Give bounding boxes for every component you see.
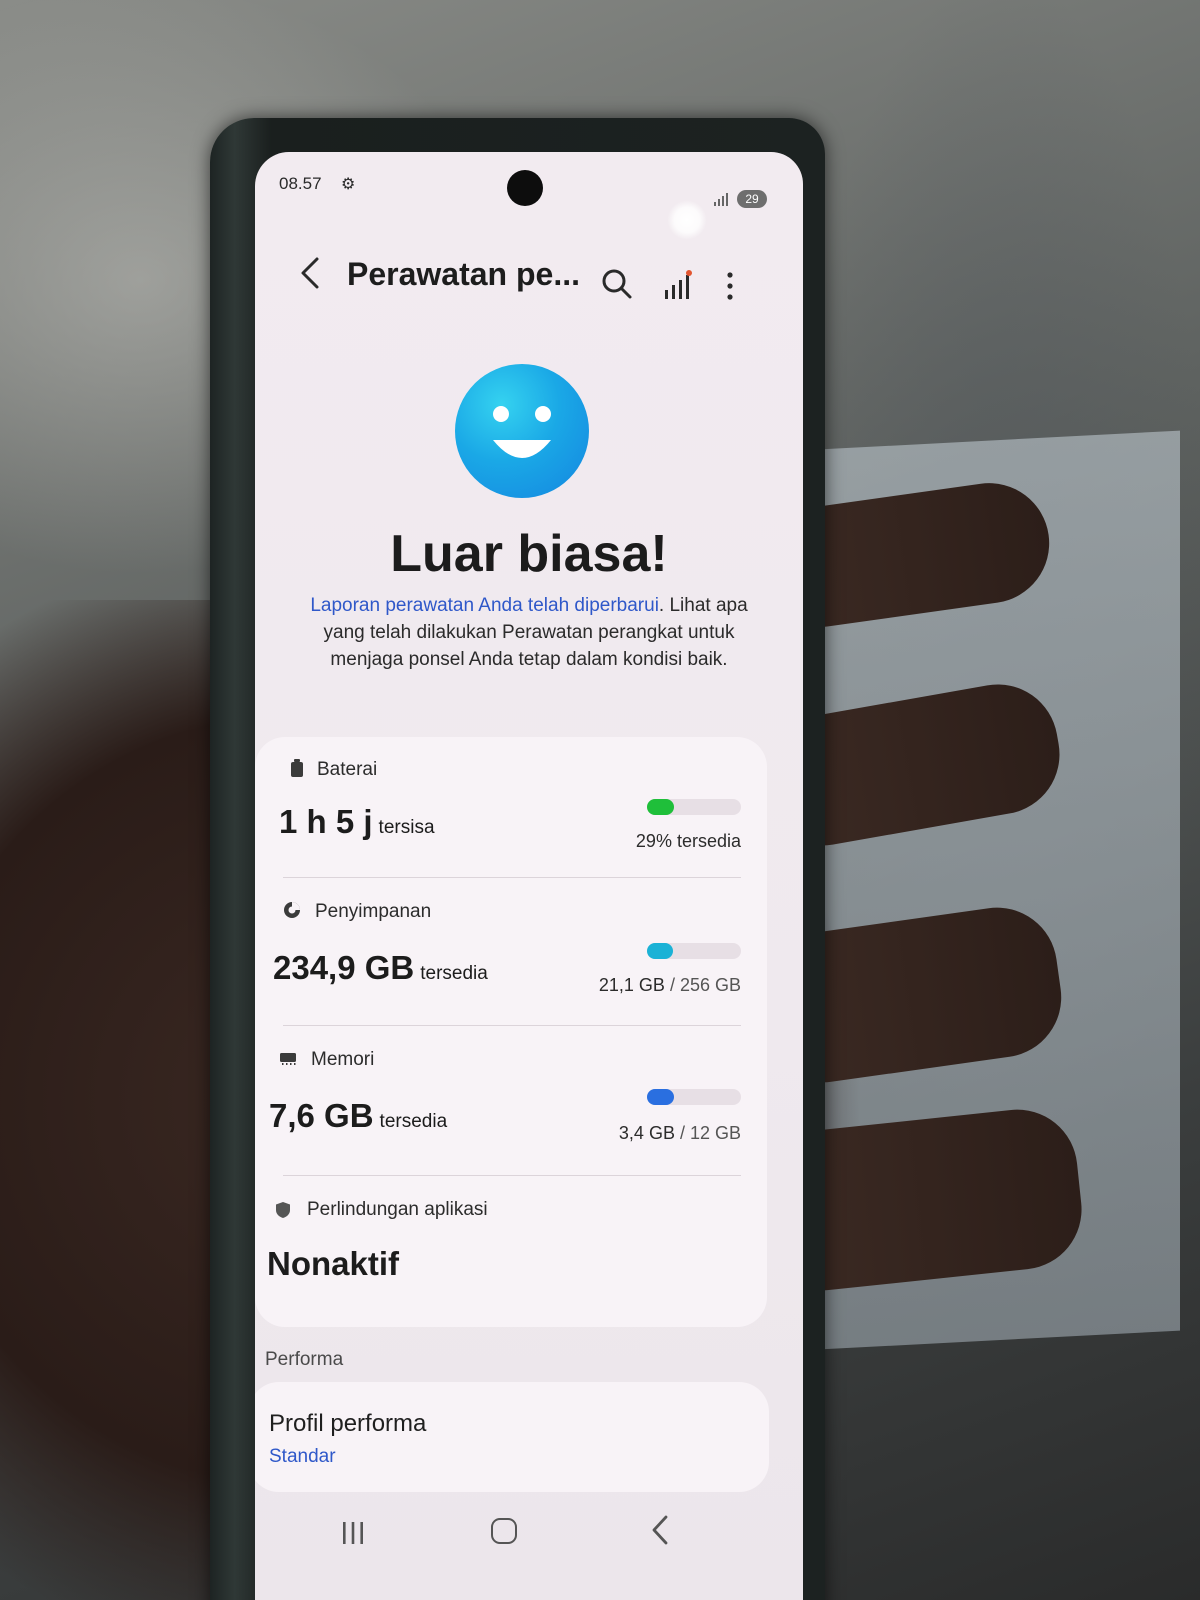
report-link[interactable]: Laporan perawatan Anda telah diperbarui: [310, 595, 659, 616]
screen-glare: [667, 200, 707, 240]
battery-label: Baterai: [317, 759, 378, 780]
app-protection-value: Nonaktif: [267, 1245, 399, 1282]
memory-used: 3,4 GB / 12 GB: [618, 1123, 741, 1143]
signal-icon: [714, 193, 728, 206]
phone-screen: 08.57 ⚙ 29 Perawatan pe... Luar biasa! L…: [255, 152, 803, 1600]
memory-bar-fill: [647, 1089, 674, 1105]
app-protection-label: Perlindungan aplikasi: [307, 1199, 488, 1220]
memory-bar: [647, 1089, 741, 1105]
battery-item[interactable]: Baterai 1 h 5 j tersisa 29% tersedia: [255, 737, 767, 877]
memory-value: 7,6 GB tersedia: [269, 1097, 448, 1134]
back-icon[interactable]: [649, 1514, 671, 1546]
chevron-left-icon[interactable]: [297, 256, 323, 290]
gear-icon: ⚙: [341, 176, 356, 193]
performance-profile-value: Standar: [269, 1446, 336, 1467]
memory-label: Memori: [311, 1049, 375, 1070]
storage-value: 234,9 GB tersedia: [273, 949, 488, 986]
headline: Luar biasa!: [390, 525, 668, 583]
smiley-icon: [455, 364, 589, 498]
chip-icon: [280, 1053, 296, 1065]
recents-icon[interactable]: [339, 1520, 367, 1546]
page-title: Perawatan pe...: [347, 256, 580, 292]
storage-item[interactable]: Penyimpanan 234,9 GB tersedia 21,1 GB / 2…: [255, 879, 767, 1025]
battery-available: 29% tersedia: [635, 831, 741, 851]
battery-icon: 29: [737, 190, 767, 208]
home-icon[interactable]: [491, 1518, 517, 1544]
more-vertical-icon[interactable]: [723, 270, 737, 302]
app-protection-item[interactable]: Perlindungan aplikasi Nonaktif: [255, 1177, 767, 1317]
memory-item[interactable]: Memori 7,6 GB tersedia 3,4 GB / 12 GB: [255, 1027, 767, 1175]
storage-used: 21,1 GB / 256 GB: [598, 975, 741, 995]
search-icon[interactable]: [599, 266, 635, 302]
shield-icon: [276, 1202, 290, 1218]
performance-section-label: Performa: [265, 1349, 344, 1370]
battery-bar: [647, 799, 741, 815]
battery-value: 1 h 5 j tersisa: [279, 803, 435, 840]
description: Laporan perawatan Anda telah diperbarui.…: [289, 592, 769, 673]
storage-pie-icon: [284, 902, 300, 918]
storage-bar-fill: [647, 943, 674, 959]
status-card: Baterai 1 h 5 j tersisa 29% tersedia Peny…: [255, 737, 767, 1327]
battery-icon: [291, 759, 303, 777]
bar-chart-icon[interactable]: [663, 270, 693, 300]
front-camera: [507, 170, 543, 206]
storage-label: Penyimpanan: [315, 901, 432, 922]
performance-profile-title: Profil performa: [269, 1410, 427, 1437]
divider: [283, 1025, 741, 1026]
battery-bar-fill: [647, 799, 675, 815]
divider: [283, 1175, 741, 1176]
divider: [283, 877, 741, 878]
storage-bar: [647, 943, 741, 959]
status-time: 08.57: [279, 174, 322, 193]
